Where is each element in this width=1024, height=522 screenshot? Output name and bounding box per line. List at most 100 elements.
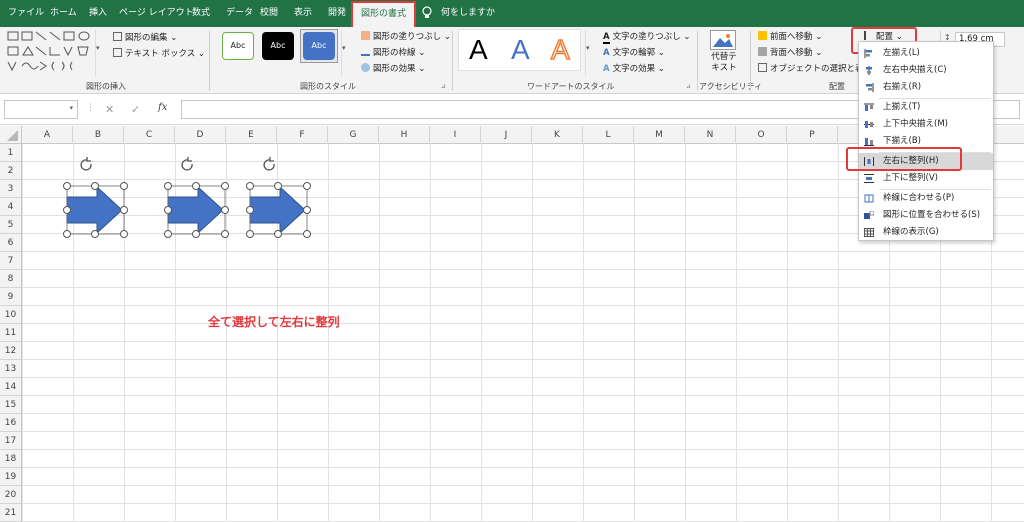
tab-home[interactable]: ホーム (50, 0, 77, 27)
arrow-shape-2[interactable] (167, 185, 226, 235)
tab-view[interactable]: 表示 (294, 0, 312, 27)
cancel-icon[interactable]: ✕ (105, 103, 114, 116)
row-header[interactable]: 19 (0, 468, 21, 486)
lightbulb-icon (422, 0, 432, 27)
wordart-gallery[interactable]: A A A (458, 29, 581, 71)
column-header[interactable]: A (22, 126, 73, 144)
send-backward-icon (758, 47, 767, 56)
rotate-handle-icon[interactable] (80, 157, 275, 171)
highlight-distribute-horizontal (846, 147, 962, 171)
column-header[interactable]: B (73, 126, 124, 144)
tab-insert[interactable]: 挿入 (89, 0, 107, 27)
column-header[interactable]: K (532, 126, 583, 144)
alt-text-icon[interactable] (710, 30, 736, 50)
bring-forward-button[interactable]: 前面へ移動 ⌄ (758, 30, 822, 42)
column-header[interactable]: G (328, 126, 379, 144)
row-header[interactable]: 4 (0, 198, 21, 216)
column-header[interactable]: F (277, 126, 328, 144)
arrow-shape-3[interactable] (249, 185, 308, 235)
menu-item-align-center[interactable]: 左右中央揃え(C) (859, 62, 993, 79)
style-preset-outline[interactable]: Abc (222, 32, 254, 60)
text-effects-button[interactable]: A 文字の効果 ⌄ (603, 62, 665, 74)
name-box[interactable]: ▾ (4, 100, 78, 119)
menu-item-distribute-vertical[interactable]: 上下に整列(V) (859, 170, 993, 187)
text-fill-button[interactable]: A 文字の塗りつぶし ⌄ (603, 30, 691, 44)
style-preset-black[interactable]: Abc (262, 32, 294, 60)
column-header[interactable]: C (124, 126, 175, 144)
tab-shape-format[interactable]: 図形の書式 (351, 1, 417, 27)
enter-icon[interactable]: ✓ (131, 103, 140, 116)
selection-pane-icon (758, 63, 767, 72)
selection-pane-button[interactable]: オブジェクトの選択と表示 (758, 62, 872, 74)
text-box-button[interactable]: テキスト ボックス ⌄ (113, 47, 205, 59)
row-header[interactable]: 1 (0, 144, 21, 162)
row-header[interactable]: 8 (0, 270, 21, 288)
gallery-scroll[interactable]: ▾ (95, 30, 104, 76)
column-header[interactable]: P (787, 126, 838, 144)
menu-item-align-middle[interactable]: 上下中央揃え(M) (859, 116, 993, 133)
wordart-gallery-scroll[interactable]: ▾ (585, 30, 594, 76)
column-header[interactable]: O (736, 126, 787, 144)
column-header[interactable]: E (226, 126, 277, 144)
row-header[interactable]: 3 (0, 180, 21, 198)
dialog-launcher-icon[interactable]: ⊿ (686, 83, 691, 90)
row-header[interactable]: 17 (0, 432, 21, 450)
menu-item-align-top[interactable]: 上揃え(T) (859, 99, 993, 116)
style-preset-blue[interactable]: Abc (303, 32, 335, 60)
row-header[interactable]: 5 (0, 216, 21, 234)
menu-item-align-left[interactable]: 左揃え(L) (859, 45, 993, 62)
column-header[interactable]: J (481, 126, 532, 144)
shape-outline-button[interactable]: 図形の枠線 ⌄ (361, 46, 425, 58)
row-header[interactable]: 2 (0, 162, 21, 180)
wordart-blue[interactable]: A (511, 34, 530, 66)
shape-gallery[interactable] (6, 30, 92, 76)
select-all-corner[interactable] (0, 126, 22, 144)
row-header[interactable]: 16 (0, 414, 21, 432)
row-header[interactable]: 14 (0, 378, 21, 396)
tab-file[interactable]: ファイル (8, 0, 44, 27)
menu-item-snap-to-grid[interactable]: 枠線に合わせる(P) (859, 190, 993, 207)
tab-data[interactable]: データ (226, 0, 253, 27)
row-header[interactable]: 6 (0, 234, 21, 252)
alt-text-button[interactable]: 代替テ キスト (710, 52, 738, 74)
text-outline-button[interactable]: A 文字の輪郭 ⌄ (603, 46, 665, 58)
text-outline-icon: A (603, 48, 610, 58)
arrow-shape-1[interactable] (66, 185, 125, 235)
row-header[interactable]: 9 (0, 288, 21, 306)
ribbon-tab-bar: ファイル ホーム 挿入 ページ レイアウト 数式 データ 校閲 表示 開発 図形… (0, 0, 1024, 27)
column-header[interactable]: N (685, 126, 736, 144)
style-gallery-scroll[interactable]: ▾ (341, 30, 350, 76)
insert-function-icon[interactable]: fx (158, 102, 167, 113)
row-header[interactable]: 12 (0, 342, 21, 360)
tell-me-search[interactable]: 何をしますか (441, 0, 495, 27)
row-header[interactable]: 18 (0, 450, 21, 468)
column-header[interactable]: L (583, 126, 634, 144)
tab-developer[interactable]: 開発 (328, 0, 346, 27)
edit-shape-button[interactable]: 図形の編集 ⌄ (113, 31, 177, 43)
row-header[interactable]: 10 (0, 306, 21, 324)
dialog-launcher-icon[interactable]: ⊿ (441, 83, 446, 90)
menu-item-snap-to-shape[interactable]: 図形に位置を合わせる(S) (859, 207, 993, 224)
wordart-orange-outline[interactable]: A (550, 33, 570, 66)
menu-item-align-right[interactable]: 右揃え(R) (859, 79, 993, 96)
row-header[interactable]: 21 (0, 504, 21, 522)
shape-fill-button[interactable]: 図形の塗りつぶし ⌄ (361, 30, 451, 42)
shape-effects-button[interactable]: 図形の効果 ⌄ (361, 62, 425, 74)
column-header[interactable]: I (430, 126, 481, 144)
tab-page-layout[interactable]: ページ レイアウト (119, 0, 194, 27)
tab-review[interactable]: 校閲 (260, 0, 278, 27)
wordart-plain[interactable]: A (469, 34, 488, 66)
row-header[interactable]: 11 (0, 324, 21, 342)
row-header[interactable]: 20 (0, 486, 21, 504)
row-header[interactable]: 7 (0, 252, 21, 270)
send-backward-button[interactable]: 背面へ移動 ⌄ (758, 46, 822, 58)
menu-item-view-gridlines[interactable]: 枠線の表示(G) (859, 224, 993, 241)
column-header[interactable]: H (379, 126, 430, 144)
tab-formulas[interactable]: 数式 (192, 0, 210, 27)
row-header[interactable]: 15 (0, 396, 21, 414)
row-headers: 1 2 3 4 5 6 7 8 9 10 11 12 13 14 15 16 1… (0, 144, 22, 522)
column-header[interactable]: M (634, 126, 685, 144)
column-header[interactable]: D (175, 126, 226, 144)
row-header[interactable]: 13 (0, 360, 21, 378)
name-box-dropdown-icon[interactable]: ▾ (69, 104, 73, 112)
